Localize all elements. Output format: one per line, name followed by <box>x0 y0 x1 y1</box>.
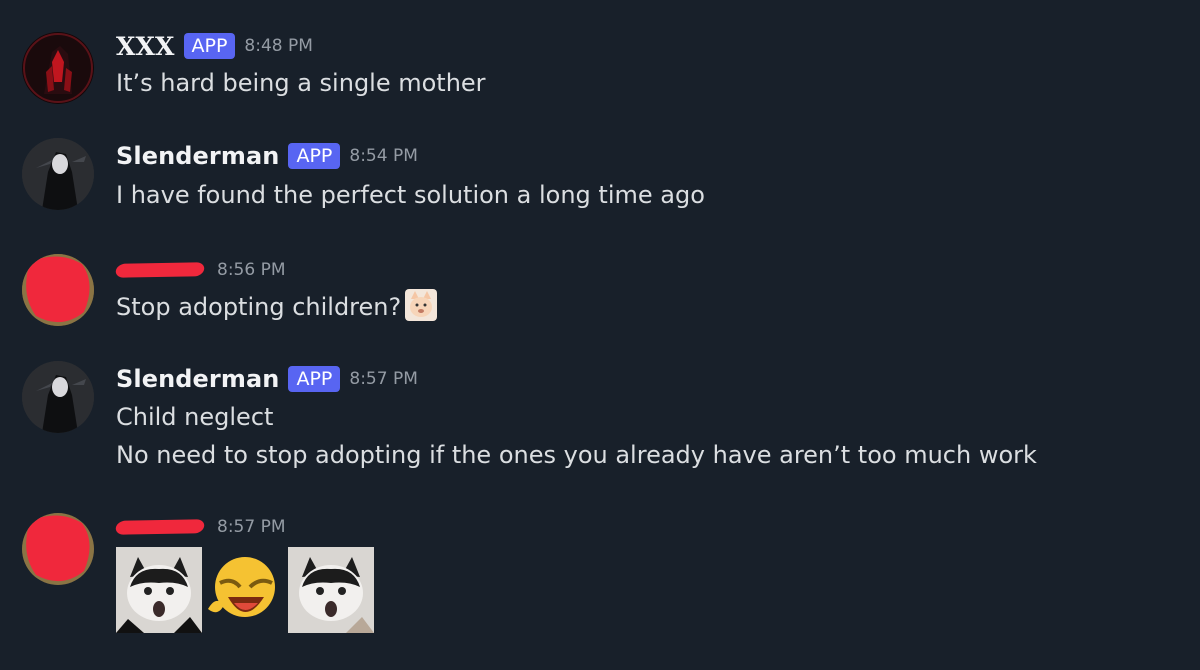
cat-sticker-icon[interactable] <box>288 547 374 633</box>
avatar[interactable] <box>22 361 94 433</box>
avatar[interactable] <box>22 254 94 326</box>
sticker-row <box>116 547 374 633</box>
avatar[interactable] <box>22 32 94 104</box>
avatar[interactable] <box>22 138 94 210</box>
message-text: No need to stop adopting if the ones you… <box>116 441 1037 469</box>
message-header: XXX APP 8:48 PM <box>116 32 313 61</box>
username[interactable]: XXX <box>116 32 175 61</box>
chat-messages: XXX APP 8:48 PM It’s hard being a single… <box>0 0 1200 670</box>
message-header: Slenderman APP 8:57 PM <box>116 365 418 393</box>
timestamp: 8:57 PM <box>217 517 286 537</box>
avatar[interactable] <box>22 513 94 585</box>
username[interactable]: Slenderman <box>116 142 279 170</box>
app-badge: APP <box>288 366 341 392</box>
message-header: 8:56 PM <box>114 256 286 284</box>
timestamp: 8:54 PM <box>349 146 418 166</box>
message-text: I have found the perfect solution a long… <box>116 181 705 209</box>
message-text: Stop adopting children? <box>116 293 402 321</box>
username[interactable]: Slenderman <box>116 365 279 393</box>
message-text-line: Stop adopting children? <box>116 288 438 326</box>
redacted-username[interactable] <box>114 519 206 535</box>
cat-sticker-icon[interactable] <box>116 547 202 633</box>
timestamp: 8:56 PM <box>217 260 286 280</box>
app-badge: APP <box>288 143 341 169</box>
timestamp: 8:48 PM <box>244 36 313 56</box>
message-text: Child neglect <box>116 403 274 431</box>
timestamp: 8:57 PM <box>349 369 418 389</box>
cat-emoji-icon[interactable] <box>405 289 438 321</box>
message-header: Slenderman APP 8:54 PM <box>116 142 418 170</box>
message-text: It’s hard being a single mother <box>116 69 486 97</box>
message-header: 8:57 PM <box>114 513 286 541</box>
redacted-username[interactable] <box>114 262 206 278</box>
app-badge: APP <box>183 33 236 59</box>
laughing-emoji-icon[interactable] <box>202 547 288 633</box>
